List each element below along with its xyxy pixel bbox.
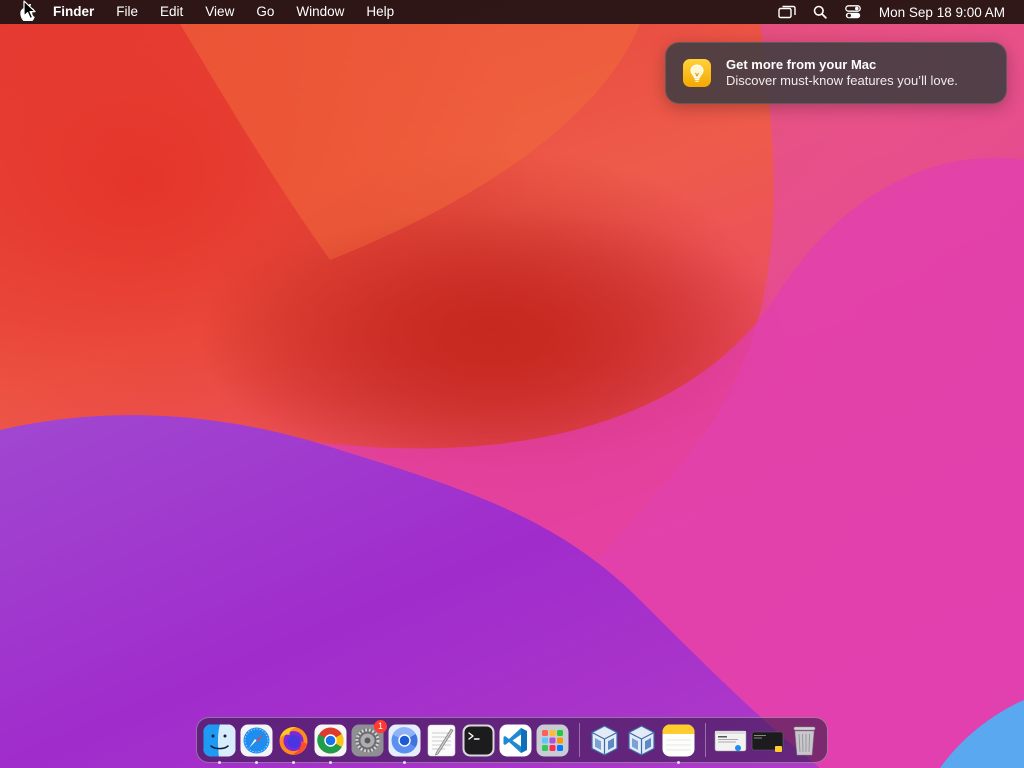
safari-icon [240,724,273,756]
menu-edit[interactable]: Edit [149,0,194,24]
dock: 1 [196,717,828,764]
dock-item-finder[interactable] [203,724,236,764]
window-thumbnail-icon [714,730,747,751]
virtualbox-icon [591,724,618,756]
notes-icon [662,724,695,756]
vscode-icon [499,724,532,756]
dock-separator [579,723,580,757]
running-indicator [218,760,221,764]
dock-item-vscode[interactable] [499,724,532,757]
menu-bar-clock[interactable]: Mon Sep 18 9:00 AM [879,5,1005,20]
launchpad-icon [536,724,569,756]
dock-item-virtualbox-2[interactable] [625,724,658,757]
textedit-icon [427,724,456,756]
dock-item-terminal[interactable] [462,724,495,757]
running-indicator [403,760,406,764]
dock-item-safari[interactable] [240,724,273,764]
menu-window[interactable]: Window [285,0,355,24]
notification-title: Get more from your Mac [726,57,877,72]
dock-item-recent-window-1[interactable] [714,724,747,757]
menu-go[interactable]: Go [245,0,285,24]
running-indicator [255,760,258,764]
dock-item-chromium[interactable] [388,724,421,764]
dock-item-launchpad[interactable] [536,724,569,757]
dock-item-recent-window-2[interactable] [751,724,784,757]
tips-notification[interactable]: Get more from your Mac Discover must-kno… [665,42,1007,104]
terminal-icon [462,724,495,756]
menu-file[interactable]: File [105,0,149,24]
dock-item-trash[interactable] [788,724,821,757]
dock-item-notes[interactable] [662,724,695,764]
menu-app-finder[interactable]: Finder [53,0,105,24]
firefox-icon [279,726,308,755]
dock-item-textedit[interactable] [425,724,458,757]
dock-item-virtualbox-1[interactable] [588,724,621,757]
dock-separator [705,723,706,757]
control-center-icon[interactable] [842,0,864,24]
running-indicator [677,760,680,764]
spotlight-search-icon[interactable] [809,0,831,24]
trash-icon [793,726,816,755]
desktop-wallpaper [0,0,1024,768]
chromium-icon [388,724,421,756]
running-indicator [292,760,295,764]
dock-item-firefox[interactable] [277,724,310,764]
notification-body: Discover must-know features you’ll love. [726,73,958,88]
mouse-cursor-icon [23,0,36,20]
finder-icon [203,724,236,756]
dock-item-chrome[interactable] [314,724,347,764]
notification-badge: 1 [374,719,387,733]
screen-mirroring-icon[interactable] [776,0,798,24]
menu-bar-status-area: Mon Sep 18 9:00 AM [776,0,1024,24]
notification-content: Get more from your Mac Discover must-kno… [726,57,958,89]
running-indicator [329,760,332,764]
menu-bar: Finder File Edit View Go Window Help Mon… [0,0,1024,24]
virtualbox-icon [628,724,655,756]
dock-item-system-settings[interactable]: 1 [351,719,387,757]
menu-view[interactable]: View [194,0,245,24]
chrome-icon [314,724,347,756]
lightbulb-icon [683,59,711,87]
menu-help[interactable]: Help [355,0,405,24]
window-thumbnail-icon [751,731,784,752]
